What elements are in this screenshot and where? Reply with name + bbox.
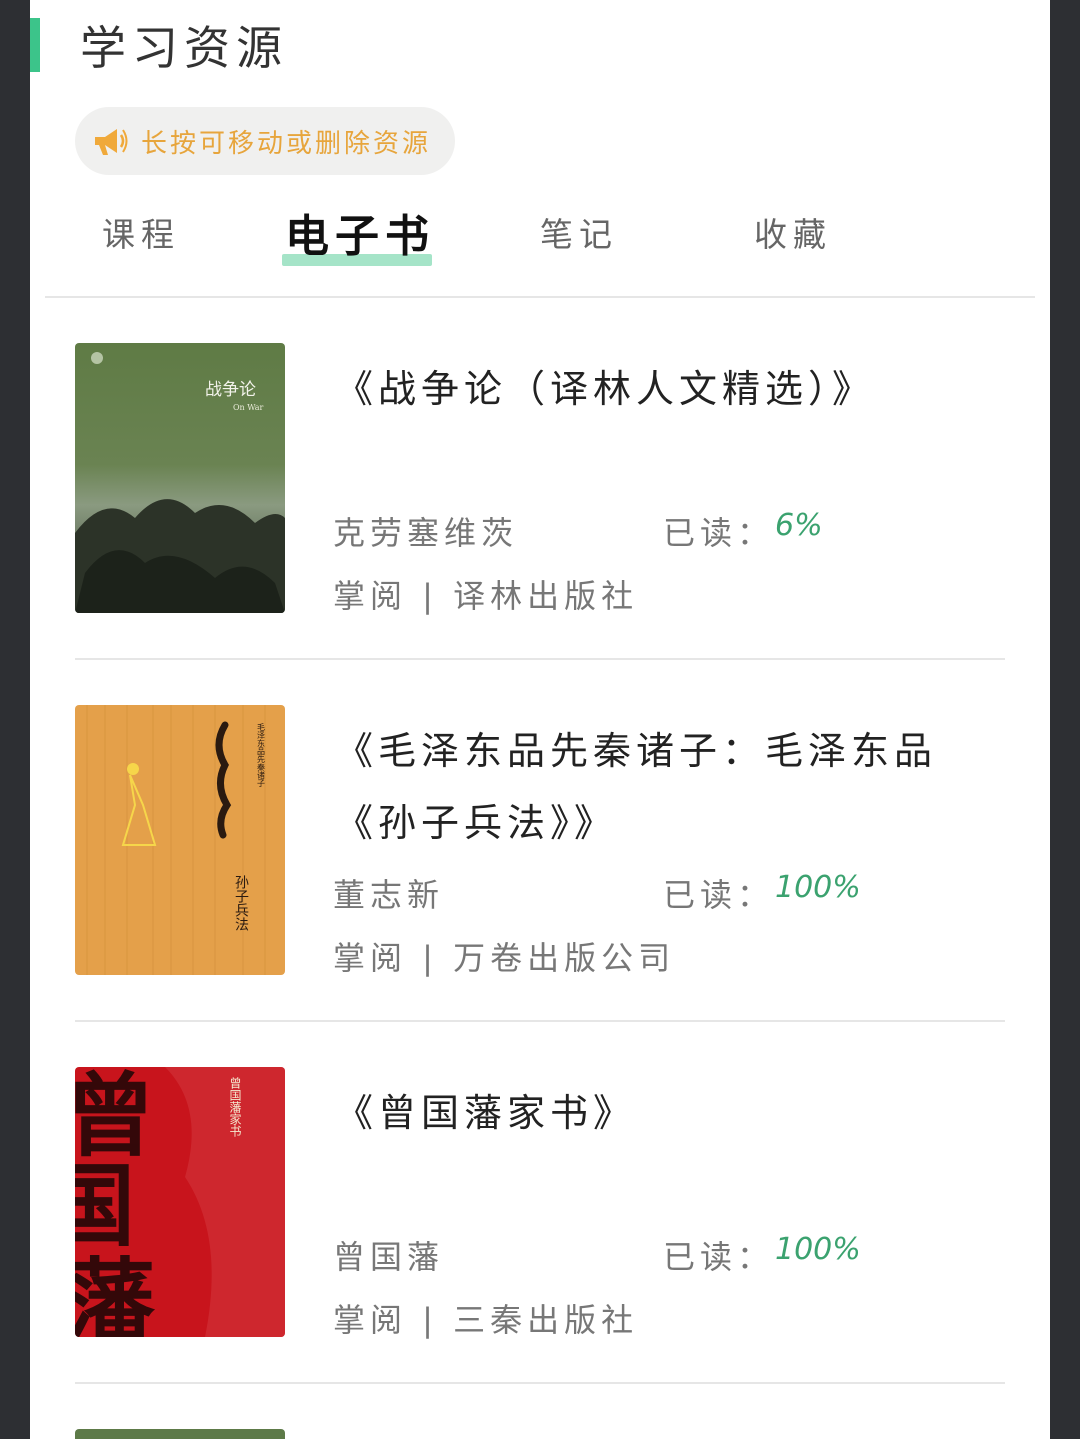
read-label: 已读： — [663, 876, 775, 914]
book-author: 曾国藩 — [333, 1238, 445, 1276]
book-title: 《毛泽东品先秦诸子：毛泽东品《孙子兵法》》 — [335, 729, 938, 845]
megaphone-icon — [95, 129, 128, 155]
book-publisher: 掌阅 | 译林出版社 — [333, 577, 639, 615]
title-accent-bar — [30, 18, 40, 72]
book-publisher: 掌阅 | 三秦出版社 — [333, 1301, 639, 1339]
book-cover[interactable]: 曾 国 藩 曾国藩家书 — [75, 1067, 285, 1337]
read-label: 已读： — [663, 1238, 775, 1276]
cover-war-image: 战争论 On War — [75, 343, 285, 613]
read-progress: 100% — [775, 1232, 861, 1267]
item-divider — [75, 1020, 1005, 1022]
book-author: 董志新 — [333, 876, 445, 914]
page-title: 学习资源 — [80, 21, 288, 75]
svg-text:藩: 藩 — [75, 1248, 156, 1337]
book-cover[interactable]: 战争论 On War — [75, 343, 285, 613]
book-item[interactable]: 孙子兵法 毛泽东品先秦诸子 《毛泽东品先秦诸子：毛泽东品《孙子兵法》》 董志新 … — [75, 705, 1005, 1067]
read-progress: 100% — [775, 870, 861, 905]
svg-text:战争论: 战争论 — [205, 380, 256, 400]
item-divider — [75, 658, 1005, 660]
tab-notes[interactable]: 笔记 — [540, 208, 618, 256]
tabs-divider — [45, 296, 1035, 298]
cover-zeng-image: 曾 国 藩 曾国藩家书 — [75, 1067, 285, 1337]
item-divider — [75, 1382, 1005, 1384]
learning-resources-panel: 学习资源 长按可移动或删除资源 课程 电子书 笔记 收藏 战争论 On War … — [30, 0, 1050, 1439]
svg-text:孙子兵法: 孙子兵法 — [233, 875, 249, 931]
book-publisher: 掌阅 | 万卷出版公司 — [333, 939, 676, 977]
tab-favorites[interactable]: 收藏 — [754, 208, 832, 256]
next-book-cover-partial[interactable] — [75, 1429, 285, 1439]
read-progress: 6% — [775, 508, 823, 543]
book-title: 《曾国藩家书》 — [335, 1091, 637, 1135]
book-cover[interactable]: 孙子兵法 毛泽东品先秦诸子 — [75, 705, 285, 975]
hint-text: 长按可移动或删除资源 — [141, 128, 432, 159]
tab-ebooks[interactable]: 电子书 — [285, 200, 435, 264]
svg-text:毛泽东品先秦诸子: 毛泽东品先秦诸子 — [257, 722, 266, 787]
book-item[interactable]: 曾 国 藩 曾国藩家书 《曾国藩家书》 曾国藩 已读： 100% 掌阅 | 三秦… — [75, 1067, 1005, 1429]
book-item[interactable]: 战争论 On War 《战争论（译林人文精选）》 克劳塞维茨 已读： 6% 掌阅… — [75, 343, 1005, 705]
hint-banner: 长按可移动或删除资源 — [75, 107, 455, 175]
read-label: 已读： — [663, 514, 775, 552]
cover-sunzi-image: 孙子兵法 毛泽东品先秦诸子 — [75, 705, 285, 975]
tab-courses[interactable]: 课程 — [102, 208, 180, 256]
book-author: 克劳塞维茨 — [333, 514, 519, 552]
svg-text:On War: On War — [233, 403, 264, 412]
svg-text:国: 国 — [75, 1153, 135, 1259]
book-title: 《战争论（译林人文精选）》 — [335, 367, 876, 411]
resource-tabs: 课程 电子书 笔记 收藏 — [30, 200, 1050, 270]
svg-text:曾国藩家书: 曾国藩家书 — [228, 1077, 242, 1138]
